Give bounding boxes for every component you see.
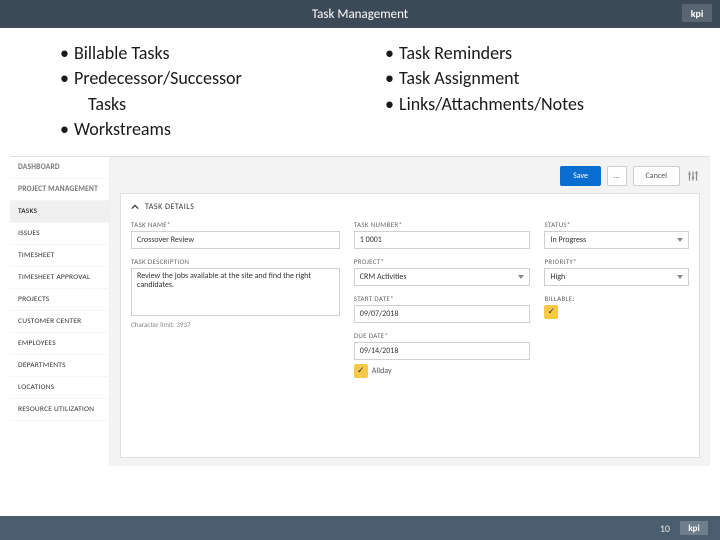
due-date-label: DUE DATE* (354, 331, 531, 340)
task-name-label: TASK NAME* (131, 220, 340, 229)
sidebar-item-employees[interactable]: Employees (10, 333, 109, 355)
task-name-input[interactable]: Crossover Review (131, 231, 340, 249)
status-label: STATUS* (544, 220, 689, 229)
bullet-col-right: Task Reminders Task Assignment Links/Att… (385, 42, 690, 144)
task-number-input[interactable]: 1 0001 (354, 231, 531, 249)
field-project: PROJECT* CRM Activities (354, 257, 531, 286)
panel-title: TASK DETAILS (145, 202, 194, 212)
toolbar: Save … Cancel (120, 165, 700, 187)
app-screenshot: DASHBOARD PROJECT MANAGEMENT Tasks Issue… (10, 156, 710, 466)
sidebar-item-customer-center[interactable]: Customer Center (10, 311, 109, 333)
footer-logo: kpi (680, 521, 708, 535)
slide-footer: 10 kpi (0, 516, 720, 540)
sidebar-item-projects[interactable]: Projects (10, 289, 109, 311)
sidebar: DASHBOARD PROJECT MANAGEMENT Tasks Issue… (10, 157, 110, 466)
sidebar-item-locations[interactable]: Locations (10, 377, 109, 399)
project-select[interactable]: CRM Activities (354, 268, 531, 286)
field-description: TASK DESCRIPTION Review the jobs availab… (131, 257, 340, 378)
bullet-item: Tasks (60, 93, 365, 116)
sidebar-item-issues[interactable]: Issues (10, 223, 109, 245)
char-limit: Character limit: 3937 (131, 320, 340, 329)
bullet-item: Task Assignment (385, 67, 690, 90)
task-number-label: TASK NUMBER* (354, 220, 531, 229)
bullet-item: Billable Tasks (60, 42, 365, 65)
billable-label: BILLABLE: (544, 294, 689, 303)
sidebar-item-tasks[interactable]: Tasks (10, 201, 109, 223)
description-input[interactable]: Review the jobs available at the site an… (131, 268, 340, 316)
slide-title: Task Management (312, 7, 408, 22)
bullet-item: Task Reminders (385, 42, 690, 65)
allday-label: Allday (372, 366, 392, 376)
bullet-col-left: Billable Tasks Predecessor/Successor Tas… (60, 42, 365, 144)
settings-icon[interactable] (686, 169, 700, 183)
start-date-label: START DATE* (354, 294, 531, 303)
panel-header[interactable]: TASK DETAILS (131, 202, 689, 212)
field-due-date: DUE DATE* 09/14/2018 ✓ Allday (354, 331, 531, 378)
description-label: TASK DESCRIPTION (131, 257, 340, 266)
due-date-input[interactable]: 09/14/2018 (354, 342, 531, 360)
more-button[interactable]: … (607, 166, 627, 186)
field-task-number: TASK NUMBER* 1 0001 (354, 220, 531, 249)
start-date-input[interactable]: 09/07/2018 (354, 305, 531, 323)
sidebar-item-resource-utilization[interactable]: Resource Utilization (10, 399, 109, 421)
billable-checkbox[interactable]: ✓ (544, 305, 558, 319)
main-area: Save … Cancel TASK DETAILS TASK NAME* Cr… (110, 157, 710, 466)
cancel-button[interactable]: Cancel (633, 166, 681, 186)
field-task-name: TASK NAME* Crossover Review (131, 220, 340, 249)
bullet-item: Workstreams (60, 118, 365, 141)
field-start-date: START DATE* 09/07/2018 (354, 294, 531, 323)
allday-row: ✓ Allday (354, 364, 531, 378)
field-billable: BILLABLE: ✓ (544, 294, 689, 319)
header-logo: kpi (682, 4, 712, 22)
priority-label: PRIORITY* (544, 257, 689, 266)
slide-header: Task Management kpi (0, 0, 720, 28)
sidebar-item-departments[interactable]: Departments (10, 355, 109, 377)
priority-select[interactable]: High (544, 268, 689, 286)
project-label: PROJECT* (354, 257, 531, 266)
save-button[interactable]: Save (560, 166, 601, 186)
field-status: STATUS* In Progress (544, 220, 689, 249)
bullet-columns: Billable Tasks Predecessor/Successor Tas… (0, 28, 720, 156)
bullet-item: Predecessor/Successor (60, 67, 365, 90)
task-details-panel: TASK DETAILS TASK NAME* Crossover Review… (120, 193, 700, 458)
status-select[interactable]: In Progress (544, 231, 689, 249)
sidebar-item-project-mgmt[interactable]: PROJECT MANAGEMENT (10, 179, 109, 201)
sidebar-item-dashboard[interactable]: DASHBOARD (10, 157, 109, 179)
bullet-item: Links/Attachments/Notes (385, 93, 690, 116)
form-grid: TASK NAME* Crossover Review TASK NUMBER*… (131, 220, 689, 378)
chevron-up-icon (131, 203, 139, 211)
field-priority: PRIORITY* High (544, 257, 689, 286)
allday-checkbox[interactable]: ✓ (354, 364, 368, 378)
page-number: 10 (660, 522, 670, 535)
sidebar-item-timesheet[interactable]: Timesheet (10, 245, 109, 267)
sidebar-item-timesheet-approval[interactable]: Timesheet Approval (10, 267, 109, 289)
